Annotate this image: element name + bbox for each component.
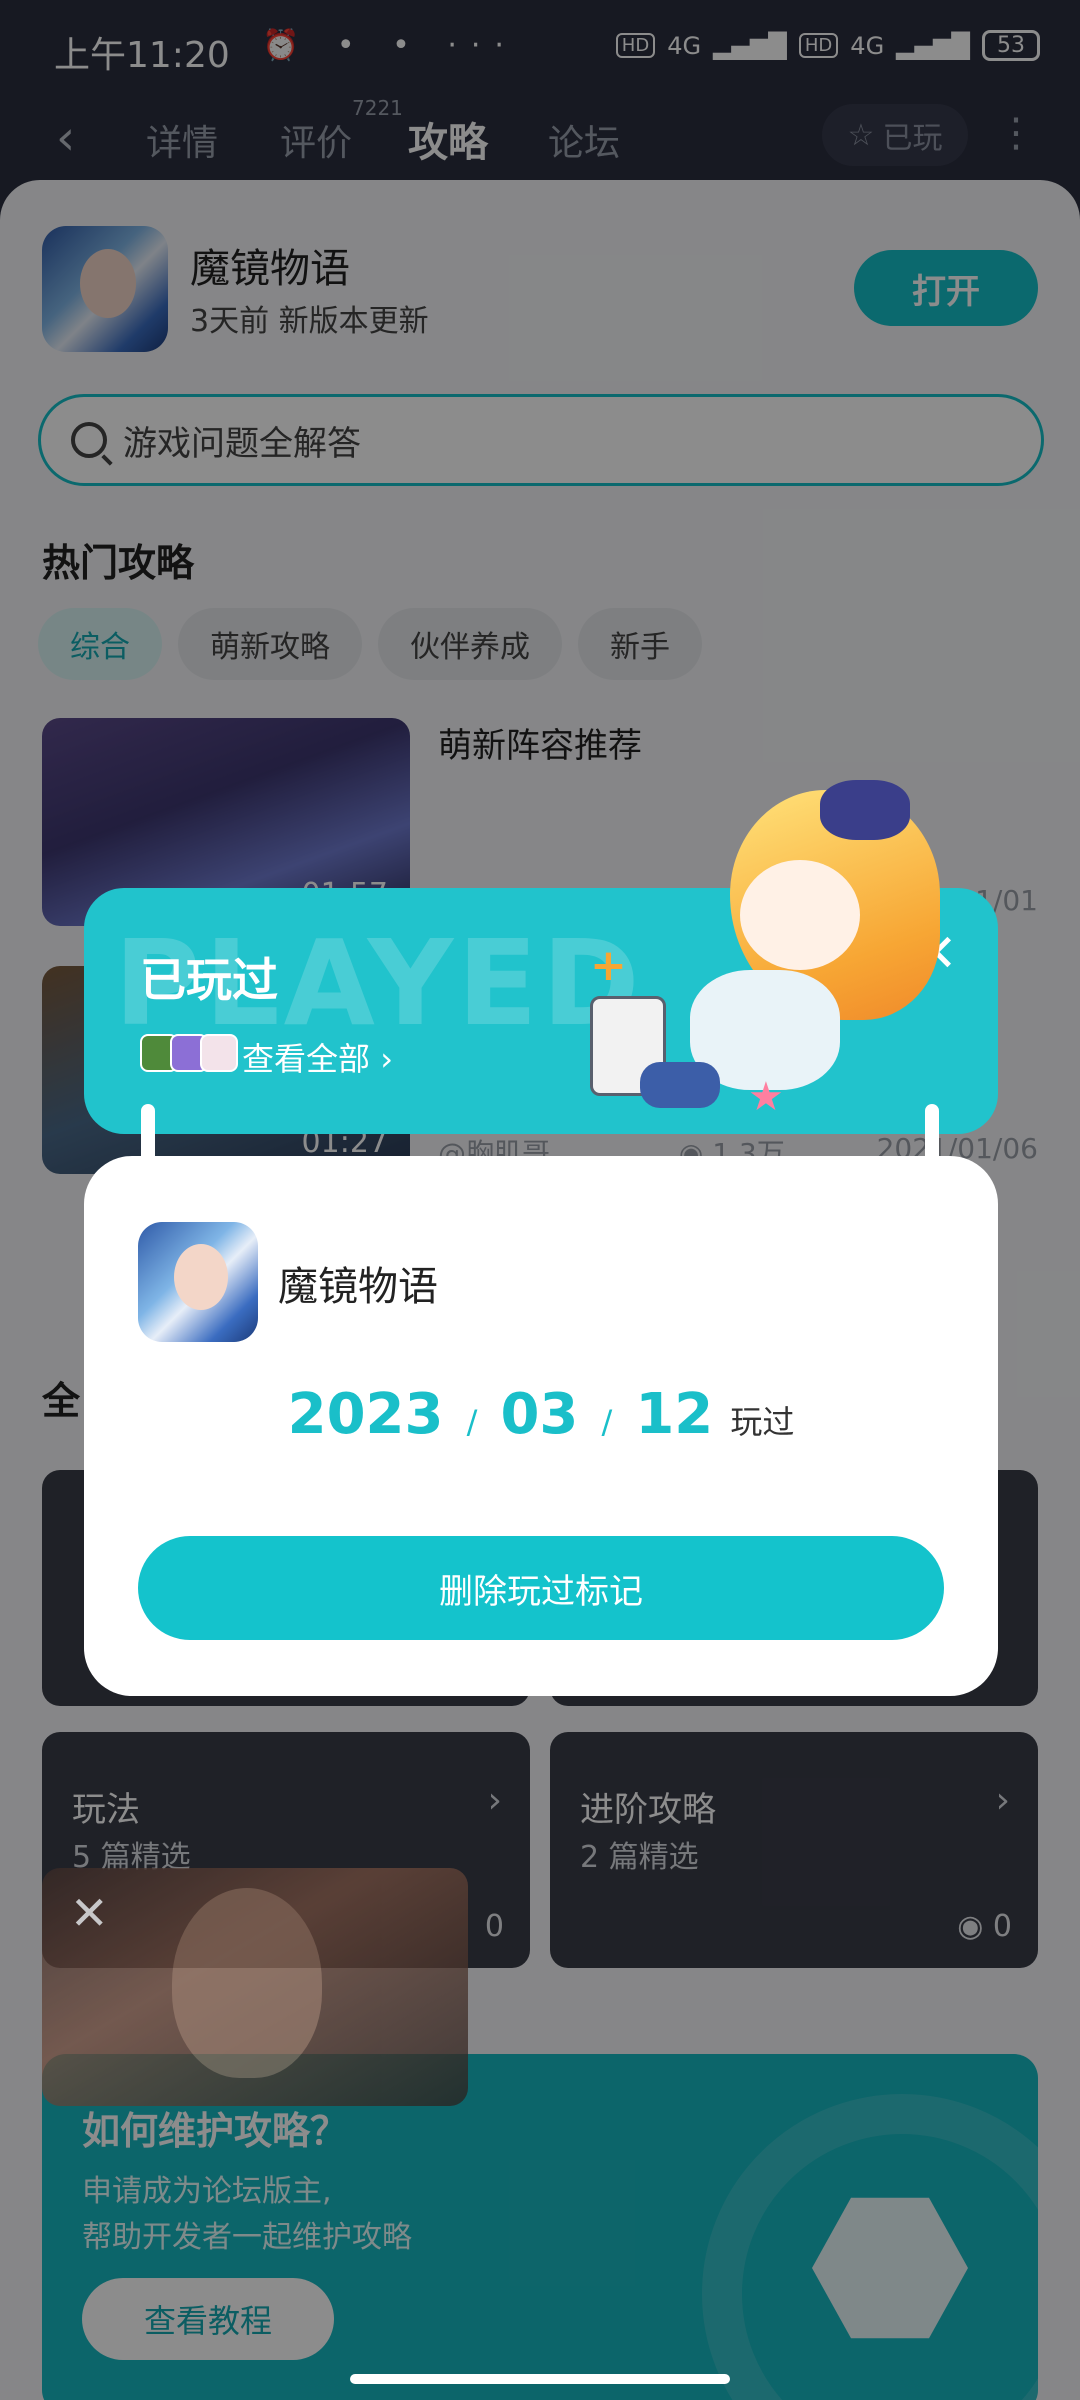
close-icon[interactable]: ✕: [70, 1886, 109, 1940]
mascot-bow: [820, 780, 910, 840]
game-mini-icon: [200, 1034, 238, 1072]
home-indicator[interactable]: [350, 2374, 730, 2384]
played-games-icons: [140, 1034, 238, 1072]
floating-video-player[interactable]: ✕: [42, 1868, 468, 2106]
dialog-game-name: 魔镜物语: [278, 1264, 438, 1310]
view-all-link[interactable]: 查看全部 ›: [242, 1034, 393, 1080]
played-date: 2023 / 03 / 12 玩过: [84, 1382, 998, 1447]
game-app-icon: [138, 1222, 258, 1342]
video-frame-character: [172, 1888, 322, 2078]
banner-title: 已玩过: [140, 953, 278, 1007]
delete-played-mark-button[interactable]: 删除玩过标记: [138, 1536, 944, 1640]
played-suffix: 玩过: [730, 1403, 795, 1441]
star-icon: ★: [748, 1074, 784, 1120]
mascot-illustration: + ★: [580, 770, 960, 1130]
date-separator: /: [601, 1403, 613, 1441]
gamepad-icon: [640, 1062, 720, 1108]
played-month: 03: [500, 1382, 579, 1447]
played-day: 12: [635, 1382, 714, 1447]
mascot-face: [740, 860, 860, 970]
played-record-card: 魔镜物语 2023 / 03 / 12 玩过 删除玩过标记: [84, 1156, 998, 1696]
plus-decoration-icon: +: [590, 940, 627, 991]
played-year: 2023: [287, 1382, 444, 1447]
date-separator: /: [466, 1403, 478, 1441]
view-all-label: 查看全部: [242, 1040, 371, 1078]
chevron-right-icon: ›: [380, 1040, 393, 1078]
